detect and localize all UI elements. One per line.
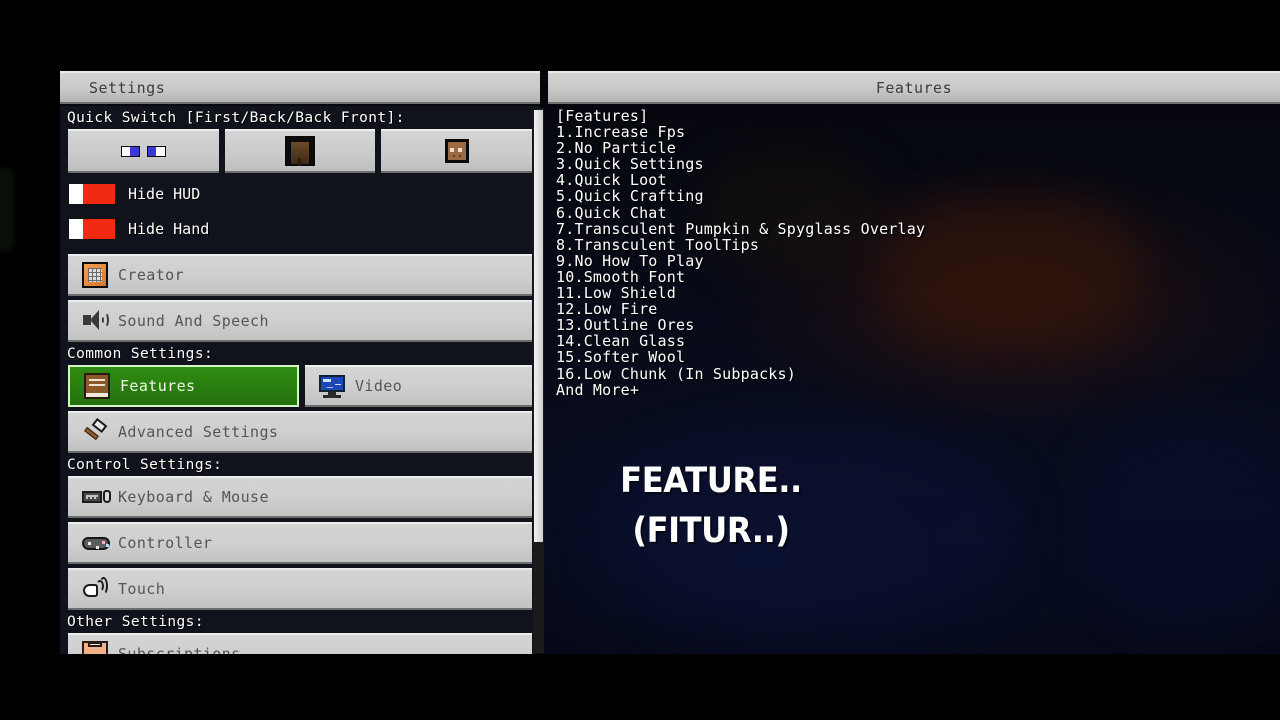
overlay-line-1: FEATURE.. — [620, 461, 802, 501]
settings-scrollbar-thumb[interactable] — [534, 110, 543, 542]
settings-row-controller[interactable]: Controller — [68, 522, 532, 564]
features-list-item: 4.Quick Loot — [556, 171, 667, 190]
hide-hud-toggle-row[interactable]: Hide HUD — [68, 178, 540, 210]
letterbox-left — [0, 0, 60, 720]
settings-row-label: Keyboard & Mouse — [118, 488, 269, 506]
screen-edge-tab — [0, 168, 14, 250]
features-list-item: 10.Smooth Font — [556, 267, 686, 286]
settings-row-label: Controller — [118, 534, 213, 552]
settings-row-label: Features — [120, 377, 196, 395]
monitor-icon — [319, 373, 345, 399]
features-list-item: 9.No How To Play — [556, 251, 704, 270]
overlay-line-2: (FITUR..) — [632, 511, 790, 551]
features-list-item: 15.Softer Wool — [556, 348, 686, 367]
letterbox-top — [0, 0, 1280, 72]
player-back-icon — [285, 136, 315, 166]
settings-row-advanced-settings[interactable]: Advanced Settings — [68, 411, 532, 453]
features-list-item: 5.Quick Crafting — [556, 187, 704, 206]
book-icon — [84, 373, 110, 399]
settings-title: Settings — [89, 78, 166, 97]
hide-hand-label: Hide Hand — [128, 220, 210, 238]
quick-switch-back-button[interactable] — [224, 129, 376, 173]
features-list-item: 12.Low Fire — [556, 300, 658, 319]
quick-switch-back-front-button[interactable] — [381, 129, 533, 173]
settings-row-sound-and-speech[interactable]: Sound And Speech — [68, 300, 532, 342]
features-titlebar: Features — [548, 71, 1280, 104]
features-list-item: 1.Increase Fps — [556, 123, 686, 142]
toggle-pair-icon — [120, 145, 166, 157]
hide-hand-toggle-row[interactable]: Hide Hand — [68, 213, 540, 245]
hide-hud-label: Hide HUD — [128, 185, 201, 203]
quick-switch-button-group — [68, 129, 533, 173]
features-title: Features — [875, 78, 953, 97]
settings-row-label: Advanced Settings — [118, 423, 279, 441]
clipboard-icon — [82, 641, 108, 654]
quick-switch-first-person-button[interactable] — [68, 129, 219, 173]
settings-titlebar: Settings — [60, 71, 540, 104]
keyboard-mouse-icon — [82, 484, 111, 510]
features-list-item: 11.Low Shield — [556, 284, 676, 303]
settings-row-subscriptions[interactable]: Subscriptions — [68, 633, 532, 654]
hide-hand-toggle[interactable] — [68, 218, 116, 240]
settings-list-panel[interactable]: Quick Switch [First/Back/Back Front]: Hi… — [60, 106, 540, 654]
letterbox-bottom — [0, 654, 1280, 720]
hide-hud-toggle[interactable] — [68, 183, 116, 205]
speaker-icon — [82, 308, 109, 334]
gamepad-icon — [82, 530, 110, 556]
touch-icon — [82, 576, 108, 602]
settings-row-label: Touch — [118, 580, 166, 598]
features-list-item: 3.Quick Settings — [556, 155, 704, 174]
creator-icon — [82, 262, 108, 288]
settings-row-keyboard-and-mouse[interactable]: Keyboard & Mouse — [68, 476, 532, 518]
quick-switch-label: Quick Switch [First/Back/Back Front]: — [67, 110, 405, 126]
section-label-control: Control Settings: — [67, 457, 223, 473]
features-description-panel: [Features] 1.Increase Fps 2.No Particle 3.Q… — [556, 108, 1280, 654]
settings-row-label: Sound And Speech — [118, 312, 269, 330]
settings-row-label: Subscriptions — [118, 645, 241, 654]
hammer-icon — [82, 417, 108, 445]
features-list-item: 7.Transculent Pumpkin & Spyglass Overlay — [556, 219, 926, 238]
features-list-item: And More+ — [556, 380, 640, 399]
features-list-item: 14.Clean Glass — [556, 332, 686, 351]
minecraft-settings-screen: Settings Features Quick Switch [First/Ba… — [0, 0, 1280, 720]
section-label-other: Other Settings: — [67, 614, 204, 630]
features-list-item: 6.Quick Chat — [556, 203, 667, 222]
player-face-icon — [444, 139, 469, 163]
features-list-item: 8.Transculent ToolTips — [556, 235, 760, 254]
features-list-heading: [Features] — [556, 107, 649, 125]
features-list-item: 16.Low Chunk (In Subpacks) — [556, 364, 796, 383]
settings-row-touch[interactable]: Touch — [68, 568, 532, 610]
features-list-item: 13.Outline Ores — [556, 316, 695, 335]
features-text-list: [Features] 1.Increase Fps 2.No Particle 3.Q… — [556, 108, 1280, 398]
section-label-common: Common Settings: — [67, 346, 214, 362]
features-list-item: 2.No Particle — [556, 139, 676, 158]
settings-row-label: Creator — [118, 266, 185, 284]
settings-row-features[interactable]: Features — [68, 365, 299, 407]
settings-row-video[interactable]: Video — [305, 365, 532, 407]
settings-row-creator[interactable]: Creator — [68, 254, 532, 296]
settings-row-label: Video — [355, 377, 403, 395]
feature-overlay-text: FEATURE.. (FITUR..) — [596, 456, 826, 556]
